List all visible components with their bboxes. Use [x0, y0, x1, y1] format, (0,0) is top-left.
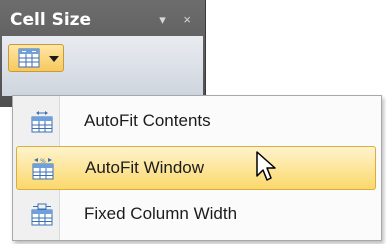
menu-item-label: Fixed Column Width	[84, 204, 238, 223]
chevron-down-icon[interactable]	[49, 56, 59, 62]
autofit-contents-icon	[31, 111, 53, 133]
close-icon[interactable]: ×	[183, 12, 191, 27]
panel-controls: ▾ ×	[145, 12, 191, 28]
panel-body	[2, 36, 203, 96]
panel-menu-icon[interactable]: ▾	[159, 12, 166, 28]
menu-item-autofit-contents[interactable]: AutoFit Contents	[16, 100, 376, 144]
autofit-window-icon: %	[32, 158, 54, 180]
menu-item-autofit-window[interactable]: % AutoFit Window	[16, 146, 376, 190]
menu-item-label: AutoFit Contents	[84, 111, 211, 130]
cell-size-dropdown-menu: AutoFit Contents % AutoFit Window Fixed	[12, 95, 382, 241]
cell-size-panel: Cell Size ▾ ×	[0, 0, 206, 107]
menu-item-label: AutoFit Window	[85, 158, 205, 177]
fixed-column-width-icon	[31, 203, 53, 226]
autofit-split-button[interactable]	[8, 44, 64, 72]
menu-item-fixed-column-width[interactable]: Fixed Column Width	[16, 193, 376, 237]
mouse-pointer-icon	[256, 151, 276, 181]
autofit-table-icon	[18, 48, 40, 68]
panel-title: Cell Size	[10, 10, 92, 30]
